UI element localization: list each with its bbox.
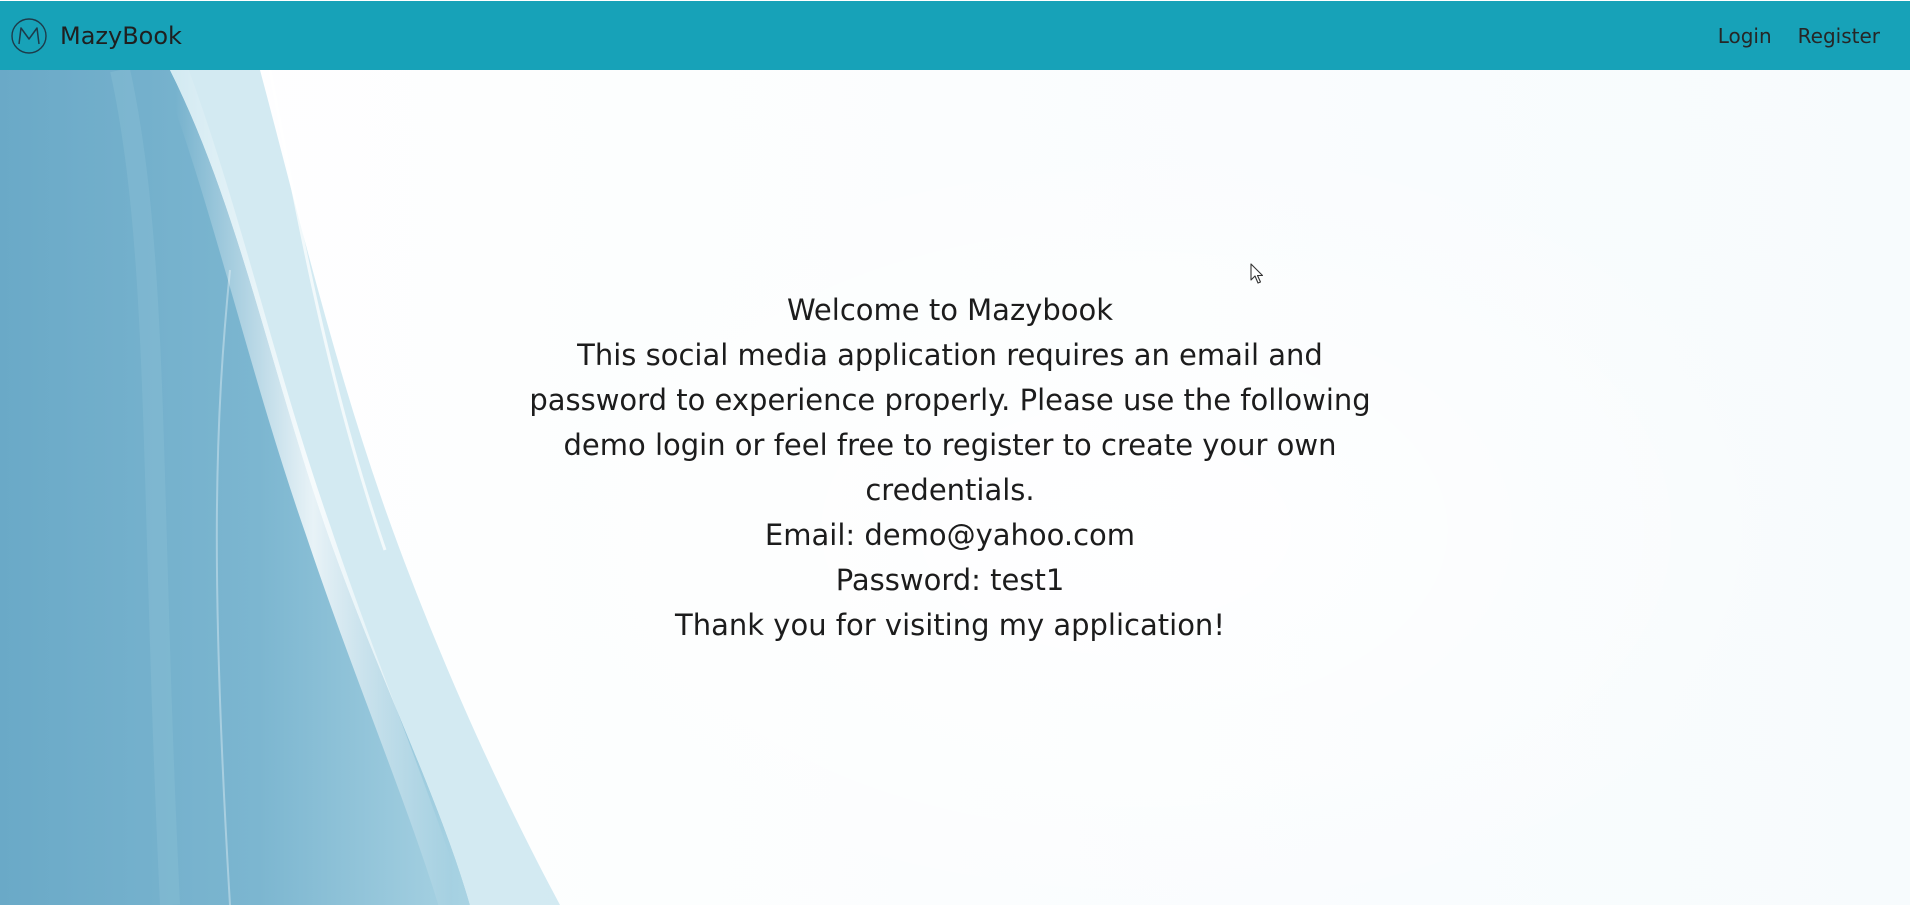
top-navbar: MazyBook Login Register	[0, 1, 1910, 70]
demo-email: Email: demo@yahoo.com	[764, 518, 1136, 552]
hero-section: Welcome to Mazybook This social media ap…	[0, 70, 1910, 905]
welcome-description: This social media application requires a…	[529, 338, 1371, 507]
brand-name: MazyBook	[60, 21, 182, 50]
welcome-heading: Welcome to Mazybook	[786, 293, 1114, 327]
nav-links: Login Register	[1718, 24, 1880, 48]
thank-you-text: Thank you for visiting my application!	[675, 608, 1225, 642]
mazybook-m-logo-icon	[11, 17, 47, 54]
page: MazyBook Login Register Welcome to Mazyb…	[0, 0, 1922, 905]
mouse-cursor-icon	[1250, 263, 1264, 284]
app-viewport: MazyBook Login Register Welcome to Mazyb…	[0, 0, 1910, 905]
register-link[interactable]: Register	[1798, 24, 1880, 48]
brand-link[interactable]: MazyBook	[10, 17, 182, 55]
login-link[interactable]: Login	[1718, 24, 1772, 48]
welcome-message: Welcome to Mazybook This social media ap…	[400, 288, 1500, 648]
demo-password: Password: test1	[835, 563, 1065, 597]
